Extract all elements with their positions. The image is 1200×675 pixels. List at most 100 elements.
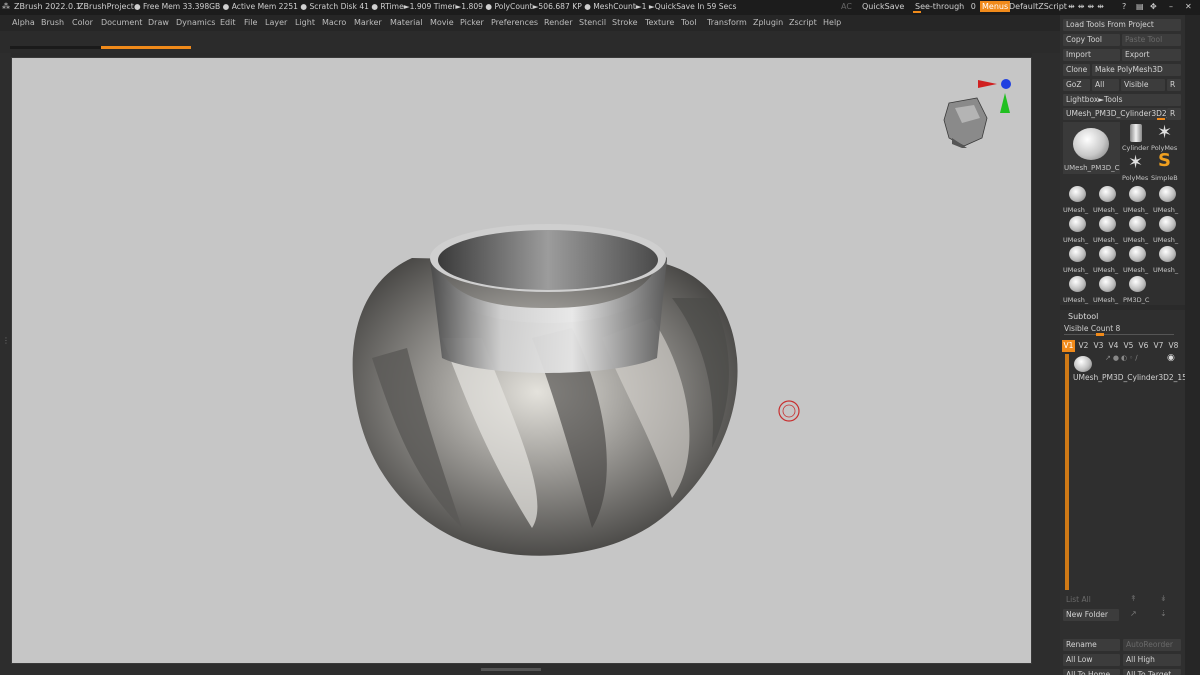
subtool-list-item[interactable]: ↗●◐◦∕ ◉ UMesh_PM3D_Cylinder3D2_15 xyxy=(1071,353,1187,384)
all-to-target-button[interactable]: All To Target xyxy=(1123,669,1181,675)
move-icon[interactable]: ↗ xyxy=(1130,609,1137,618)
version-v1[interactable]: V1 xyxy=(1062,340,1075,352)
current-tool-slider[interactable]: UMesh_PM3D_Cylinder3D2_1 xyxy=(1063,108,1167,120)
shelf-active-tab[interactable] xyxy=(101,46,191,49)
goz-r-button[interactable]: R xyxy=(1167,79,1181,91)
tool-thumb[interactable]: UMesh_ xyxy=(1093,244,1121,274)
clone-button[interactable]: Clone xyxy=(1063,64,1090,76)
menu-help[interactable]: Help xyxy=(823,18,841,27)
layout-icons[interactable]: ⇹⇹⇹⇹ xyxy=(1068,2,1107,11)
lightbox-tools-button[interactable]: Lightbox►Tools xyxy=(1063,94,1181,106)
tool-thumb[interactable]: UMesh_ xyxy=(1063,184,1091,214)
navigation-head-icon[interactable] xyxy=(943,97,988,148)
default-zscript-button[interactable]: DefaultZScript xyxy=(1009,2,1067,11)
menu-color[interactable]: Color xyxy=(72,18,93,27)
quicksave-button[interactable]: QuickSave xyxy=(862,2,904,11)
visible-count-slider[interactable]: Visible Count 8 xyxy=(1064,324,1120,333)
active-tool-thumbnail[interactable]: UMesh_PM3D_C xyxy=(1063,122,1120,174)
version-v3[interactable]: V3 xyxy=(1092,340,1105,352)
version-v5[interactable]: V5 xyxy=(1122,340,1135,352)
layout-icon[interactable]: ▤ xyxy=(1136,2,1144,11)
export-button[interactable]: Export xyxy=(1122,49,1181,61)
close-icon[interactable]: ✕ xyxy=(1185,2,1192,11)
version-v7[interactable]: V7 xyxy=(1152,340,1165,352)
menu-picker[interactable]: Picker xyxy=(460,18,484,27)
version-v8[interactable]: V8 xyxy=(1167,340,1180,352)
canvas-viewport[interactable] xyxy=(11,57,1032,664)
right-scrollbar[interactable] xyxy=(1185,15,1200,675)
goz-all-button[interactable]: All xyxy=(1092,79,1119,91)
menu-brush[interactable]: Brush xyxy=(41,18,64,27)
version-v4[interactable]: V4 xyxy=(1107,340,1120,352)
menu-document[interactable]: Document xyxy=(101,18,142,27)
tool-thumb[interactable]: UMesh_ xyxy=(1093,184,1121,214)
menu-texture[interactable]: Texture xyxy=(645,18,674,27)
autoreorder-button[interactable]: AutoReorder xyxy=(1123,639,1181,651)
menu-stencil[interactable]: Stencil xyxy=(579,18,606,27)
axis-gizmo-icon[interactable] xyxy=(978,79,1011,113)
menu-stroke[interactable]: Stroke xyxy=(612,18,638,27)
menu-file[interactable]: File xyxy=(244,18,257,27)
tool-thumb[interactable]: UMesh_ xyxy=(1063,214,1091,244)
subtool-title[interactable]: Subtool xyxy=(1068,312,1098,321)
menu-marker[interactable]: Marker xyxy=(354,18,382,27)
import-button[interactable]: Import xyxy=(1063,49,1120,61)
all-high-button[interactable]: All High xyxy=(1123,654,1181,666)
tool-thumb[interactable]: UMesh_ xyxy=(1123,244,1151,274)
tool-thumb[interactable]: UMesh_ xyxy=(1153,214,1181,244)
tool-thumb-polymesh[interactable]: ✶ PolyMes xyxy=(1151,122,1179,152)
ac-button[interactable]: AC xyxy=(841,2,852,11)
menu-material[interactable]: Material xyxy=(390,18,423,27)
tool-thumb[interactable]: UMesh_ xyxy=(1123,184,1151,214)
arrow-up-icon[interactable]: ↟ xyxy=(1130,594,1137,603)
menu-alpha[interactable]: Alpha xyxy=(12,18,35,27)
minimize-icon[interactable]: – xyxy=(1169,2,1173,11)
seethrough-slider[interactable]: See-through 0 xyxy=(915,2,976,11)
menu-light[interactable]: Light xyxy=(295,18,315,27)
move-down-icon[interactable]: ⇣ xyxy=(1160,609,1167,618)
menu-layer[interactable]: Layer xyxy=(265,18,287,27)
tool-thumb[interactable]: UMesh_ xyxy=(1063,274,1091,304)
version-v6[interactable]: V6 xyxy=(1137,340,1150,352)
copy-tool-button[interactable]: Copy Tool xyxy=(1063,34,1120,46)
new-folder-button[interactable]: New Folder xyxy=(1063,609,1119,621)
tool-thumb[interactable]: UMesh_ xyxy=(1093,274,1121,304)
menu-dynamics[interactable]: Dynamics xyxy=(176,18,215,27)
tool-thumb[interactable]: UMesh_ xyxy=(1063,244,1091,274)
menu-zscript[interactable]: Zscript xyxy=(789,18,817,27)
subtool-list-scrollbar[interactable] xyxy=(1065,354,1069,590)
tool-thumb[interactable]: UMesh_ xyxy=(1153,244,1181,274)
rename-button[interactable]: Rename xyxy=(1063,639,1120,651)
menu-draw[interactable]: Draw xyxy=(148,18,169,27)
settings-icon[interactable]: ✥ xyxy=(1150,2,1157,11)
load-tools-from-project-button[interactable]: Load Tools From Project xyxy=(1063,19,1181,31)
tool-thumb-cylinder[interactable]: Cylinder xyxy=(1122,122,1150,152)
menu-tool[interactable]: Tool xyxy=(681,18,697,27)
goz-visible-button[interactable]: Visible xyxy=(1121,79,1165,91)
menu-zplugin[interactable]: Zplugin xyxy=(753,18,783,27)
menu-transform[interactable]: Transform xyxy=(707,18,747,27)
menu-movie[interactable]: Movie xyxy=(430,18,454,27)
tool-thumb[interactable]: PM3D_C xyxy=(1123,274,1151,304)
menu-macro[interactable]: Macro xyxy=(322,18,346,27)
all-low-button[interactable]: All Low xyxy=(1063,654,1120,666)
version-v2[interactable]: V2 xyxy=(1077,340,1090,352)
tool-thumb[interactable]: UMesh_ xyxy=(1093,214,1121,244)
menu-preferences[interactable]: Preferences xyxy=(491,18,538,27)
menu-render[interactable]: Render xyxy=(544,18,572,27)
menus-toggle[interactable]: Menus xyxy=(980,1,1011,12)
tool-thumb-polymesh-2[interactable]: ✶ PolyMes xyxy=(1122,152,1150,182)
tool-thumb[interactable]: UMesh_ xyxy=(1153,184,1181,214)
help-icon[interactable]: ? xyxy=(1122,2,1126,11)
make-polymesh-button[interactable]: Make PolyMesh3D xyxy=(1092,64,1181,76)
menu-edit[interactable]: Edit xyxy=(220,18,236,27)
all-to-home-button[interactable]: All To Home xyxy=(1063,669,1120,675)
goz-button[interactable]: GoZ xyxy=(1063,79,1090,91)
tool-thumb-simplebrush[interactable]: S SimpleB xyxy=(1151,150,1179,182)
sculpt-render[interactable] xyxy=(12,58,1032,664)
current-tool-r-button[interactable]: R xyxy=(1167,108,1181,120)
tool-thumb[interactable]: UMesh_ xyxy=(1123,214,1151,244)
arrow-down-icon[interactable]: ↡ xyxy=(1160,594,1167,603)
paste-tool-button[interactable]: Paste Tool xyxy=(1122,34,1181,46)
bottom-tray-handle[interactable] xyxy=(481,668,541,671)
